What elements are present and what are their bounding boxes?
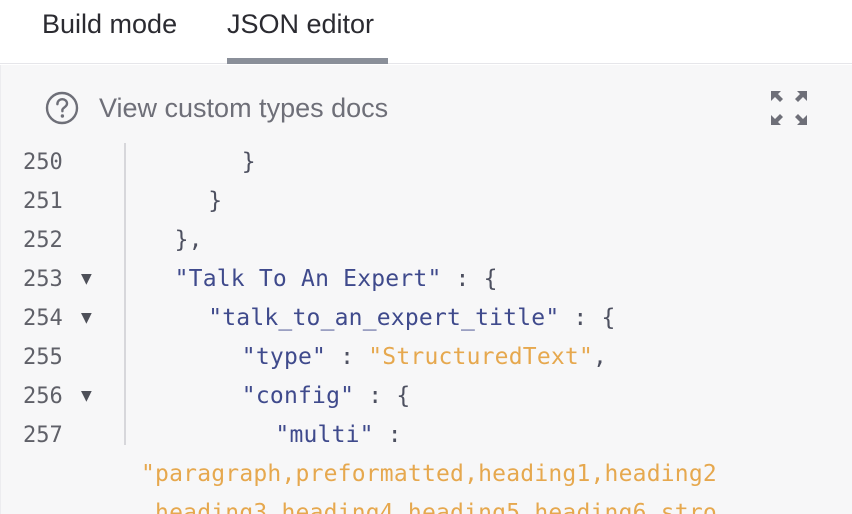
wrapped-string-line: ,heading3,heading4,heading5,heading6,str… <box>141 500 717 514</box>
code-token: "StructuredText" <box>368 344 594 370</box>
code-area[interactable]: 250} 251} 252}, 253 ▼ "Talk To An Expert" : {… <box>1 143 852 514</box>
code-token: "type" <box>241 344 327 370</box>
code-token: }, <box>174 227 203 253</box>
code-text: } <box>242 143 256 182</box>
wrapped-string-line: "paragraph,preformatted,heading1,heading… <box>141 461 717 487</box>
code-line: 256 ▼ "config" : { <box>1 377 852 416</box>
tab-bar: Build mode JSON editor <box>0 0 852 64</box>
code-token: : <box>326 344 369 370</box>
code-token: "Talk To An Expert" <box>174 266 442 292</box>
tab-json-editor[interactable]: JSON editor <box>227 0 388 64</box>
tab-build-mode[interactable]: Build mode <box>42 0 177 64</box>
custom-types-docs-link[interactable]: View custom types docs <box>45 91 388 125</box>
code-line: 255 "type" : "StructuredText", <box>1 338 852 377</box>
code-line: 257 "multi" : <box>1 416 852 455</box>
active-tab-indicator <box>227 58 388 64</box>
line-number: 253 <box>23 267 63 292</box>
code-text: } <box>208 182 222 221</box>
code-token: } <box>208 188 223 214</box>
code-text: }, <box>175 221 203 260</box>
code-token: } <box>241 149 256 175</box>
code-token: : { <box>354 383 411 409</box>
code-text: "multi" : <box>275 416 401 455</box>
code-token: , <box>593 344 608 370</box>
code-token: : { <box>559 305 616 331</box>
line-number: 255 <box>23 345 63 370</box>
line-number: 250 <box>23 150 63 175</box>
expand-icon[interactable] <box>769 89 809 127</box>
code-text: "talk_to_an_expert_title" : { <box>208 299 615 338</box>
code-line: 253 ▼ "Talk To An Expert" : { <box>1 260 852 299</box>
docs-bar: View custom types docs <box>1 65 852 143</box>
code-token: "talk_to_an_expert_title" <box>208 305 560 331</box>
code-line: 250} <box>1 143 852 182</box>
code-line: 254 ▼ "talk_to_an_expert_title" : { <box>1 299 852 338</box>
code-text: "config" : { <box>242 377 411 416</box>
code-token: : <box>373 422 402 448</box>
json-editor-panel: View custom types docs 250} 251} 252}, 253 ▼… <box>0 65 852 514</box>
line-number: 252 <box>23 228 63 253</box>
code-token: "multi" <box>275 422 374 448</box>
code-text: "Talk To An Expert" : { <box>175 260 498 299</box>
code-token: : { <box>441 266 498 292</box>
line-number: 254 <box>23 306 63 331</box>
line-number: 251 <box>23 189 63 214</box>
line-number: 257 <box>23 423 63 448</box>
code-line: 251} <box>1 182 852 221</box>
code-text: "type" : "StructuredText", <box>242 338 607 377</box>
tab-json-editor-label: JSON editor <box>227 9 375 39</box>
fold-arrow-icon[interactable]: ▼ <box>81 260 92 299</box>
tab-build-mode-label: Build mode <box>42 9 178 39</box>
line-number: 256 <box>23 384 63 409</box>
docs-link-label: View custom types docs <box>99 92 389 123</box>
help-circle-icon <box>45 91 79 125</box>
code-token: "config" <box>241 383 355 409</box>
fold-arrow-icon[interactable]: ▼ <box>81 377 92 416</box>
code-line: 252}, <box>1 221 852 260</box>
fold-arrow-icon[interactable]: ▼ <box>81 299 92 338</box>
